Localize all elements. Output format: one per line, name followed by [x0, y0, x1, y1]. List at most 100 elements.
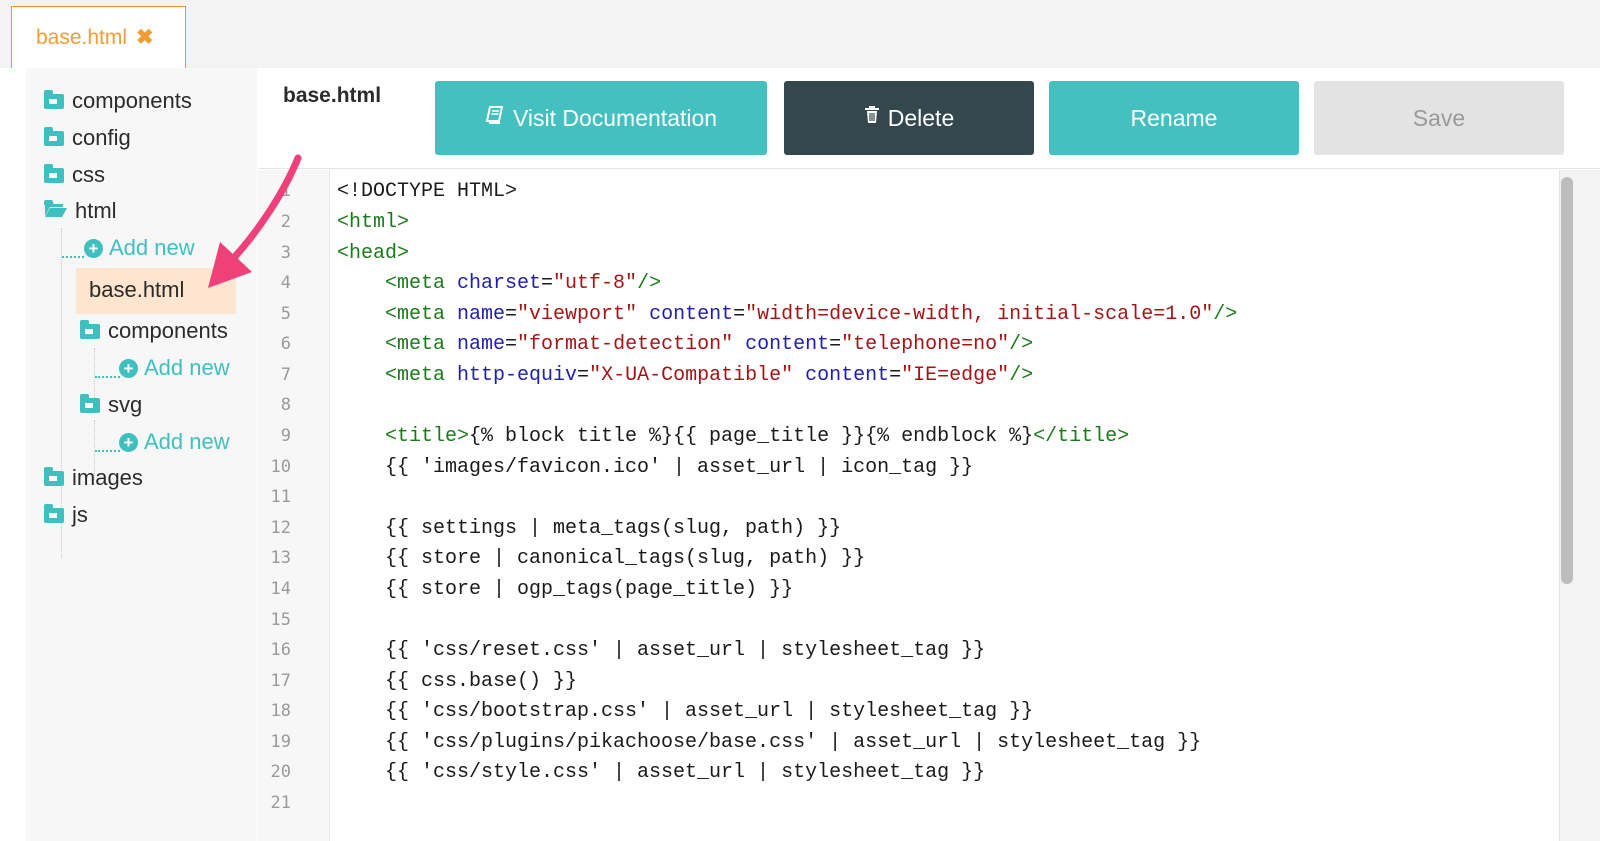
code-line: {{ 'css/bootstrap.css' | asset_url | sty…: [385, 700, 1034, 723]
add-new-svg[interactable]: + Add new: [119, 429, 230, 455]
code-line: <!DOCTYPE HTML>: [337, 180, 518, 203]
folder-label: components: [72, 88, 192, 113]
line-number: 13: [270, 548, 291, 568]
code-token: =: [733, 303, 746, 326]
code-token: content: [805, 364, 890, 387]
rename-button[interactable]: Rename: [1049, 81, 1299, 155]
code-token: name: [457, 303, 506, 326]
line-number: 9: [280, 426, 291, 446]
delete-button[interactable]: Delete: [784, 81, 1034, 155]
plus-circle-icon: +: [119, 358, 138, 378]
visit-documentation-button[interactable]: Visit Documentation: [435, 81, 767, 155]
code-token: http-equiv: [457, 364, 578, 387]
code-token: "viewport": [517, 303, 638, 326]
code-token: =: [577, 364, 590, 387]
editor-toolbar: base.html Visit Documentation Delete Ren…: [258, 68, 1600, 169]
button-label: Rename: [1130, 104, 1218, 131]
file-base-html[interactable]: base.html: [89, 277, 184, 303]
code-token: charset: [457, 272, 542, 295]
code-line: <meta name="viewport" content="width=dev…: [385, 303, 1237, 326]
code-token: "width=device-width, initial-scale=1.0": [745, 303, 1214, 326]
code-line: {{ 'css/plugins/pikachoose/base.css' | a…: [385, 731, 1202, 754]
code-line: {{ css.base() }}: [385, 670, 578, 693]
line-number: 8: [280, 395, 291, 415]
line-number: 17: [270, 671, 291, 691]
folder-config[interactable]: config: [44, 125, 131, 151]
code-token: <meta: [385, 272, 458, 295]
code-token: />: [1009, 333, 1034, 356]
code-token: "IE=edge": [901, 364, 1010, 387]
folder-icon: [44, 466, 64, 486]
code-token: <title>: [385, 425, 470, 448]
folder-label: js: [72, 502, 88, 527]
code-line: <head>: [337, 242, 410, 265]
code-line: {{ settings | meta_tags(slug, path) }}: [385, 517, 842, 540]
add-new-components[interactable]: + Add new: [119, 355, 230, 381]
code-line: {{ 'css/reset.css' | asset_url | stylesh…: [385, 639, 986, 662]
code-token: =: [505, 303, 518, 326]
code-line: {{ 'images/favicon.ico' | asset_url | ic…: [385, 456, 974, 479]
folder-components[interactable]: components: [44, 88, 192, 114]
folder-html[interactable]: html: [44, 198, 117, 224]
editor-filename: base.html: [283, 84, 382, 107]
code-line: <meta name="format-detection" content="t…: [385, 333, 1033, 356]
code-line: {{ store | canonical_tags(slug, path) }}: [385, 547, 866, 570]
code-token: name: [457, 333, 506, 356]
folder-css[interactable]: css: [44, 162, 105, 188]
tree-connector: [62, 256, 84, 258]
line-number: 21: [270, 793, 291, 813]
trash-icon: [864, 105, 880, 131]
code-token: =: [829, 333, 842, 356]
folder-icon: [44, 503, 64, 523]
folder-svg[interactable]: svg: [80, 392, 142, 418]
button-label: Delete: [887, 104, 955, 131]
code-token: "utf-8": [553, 272, 638, 295]
code-line: <html>: [337, 211, 410, 234]
code-editor[interactable]: <!DOCTYPE HTML> <html> <head> <meta char…: [337, 170, 1557, 841]
folder-icon: [44, 89, 64, 109]
button-label: Visit Documentation: [512, 104, 718, 131]
code-token: =: [505, 333, 518, 356]
code-token: content: [745, 333, 830, 356]
code-token: "telephone=no": [841, 333, 1010, 356]
folder-icon: [44, 126, 64, 146]
folder-html-components[interactable]: components: [80, 318, 228, 344]
line-number: 15: [270, 610, 291, 630]
close-icon[interactable]: ✖: [136, 25, 154, 50]
scrollbar-thumb[interactable]: [1561, 177, 1573, 584]
plus-circle-icon: +: [119, 432, 138, 452]
book-icon: [485, 105, 505, 131]
save-button[interactable]: Save: [1314, 81, 1564, 155]
code-token: {% block title %}{{ page_title }}{% endb…: [469, 425, 1034, 448]
folder-icon: [44, 163, 64, 183]
add-new-html[interactable]: + Add new: [84, 235, 195, 261]
file-label: base.html: [89, 277, 185, 302]
code-token: <meta: [385, 364, 458, 387]
code-token: =: [889, 364, 902, 387]
folder-js[interactable]: js: [44, 502, 88, 528]
line-number: 16: [270, 640, 291, 660]
add-new-label: Add new: [144, 355, 230, 380]
folder-label: svg: [108, 392, 143, 417]
folder-label: css: [72, 162, 105, 187]
tab-bar: base.html ✖: [0, 0, 1600, 68]
line-number: 12: [270, 518, 291, 538]
annotation-arrow-icon: [208, 154, 302, 288]
code-token: "X-UA-Compatible": [589, 364, 794, 387]
folder-open-icon: [44, 199, 67, 219]
code-token: />: [637, 272, 662, 295]
code-line: <meta charset="utf-8"/>: [385, 272, 661, 295]
tree-connector: [95, 376, 120, 378]
code-token: =: [541, 272, 554, 295]
tab-base-html[interactable]: base.html ✖: [11, 6, 186, 68]
code-token: />: [1009, 364, 1034, 387]
code-token: "format-detection": [517, 333, 734, 356]
line-number: 6: [280, 334, 291, 354]
code-token: content: [649, 303, 734, 326]
code-token: <meta: [385, 333, 458, 356]
code-token: <meta: [385, 303, 458, 326]
folder-images[interactable]: images: [44, 465, 143, 491]
folder-icon: [80, 393, 100, 413]
